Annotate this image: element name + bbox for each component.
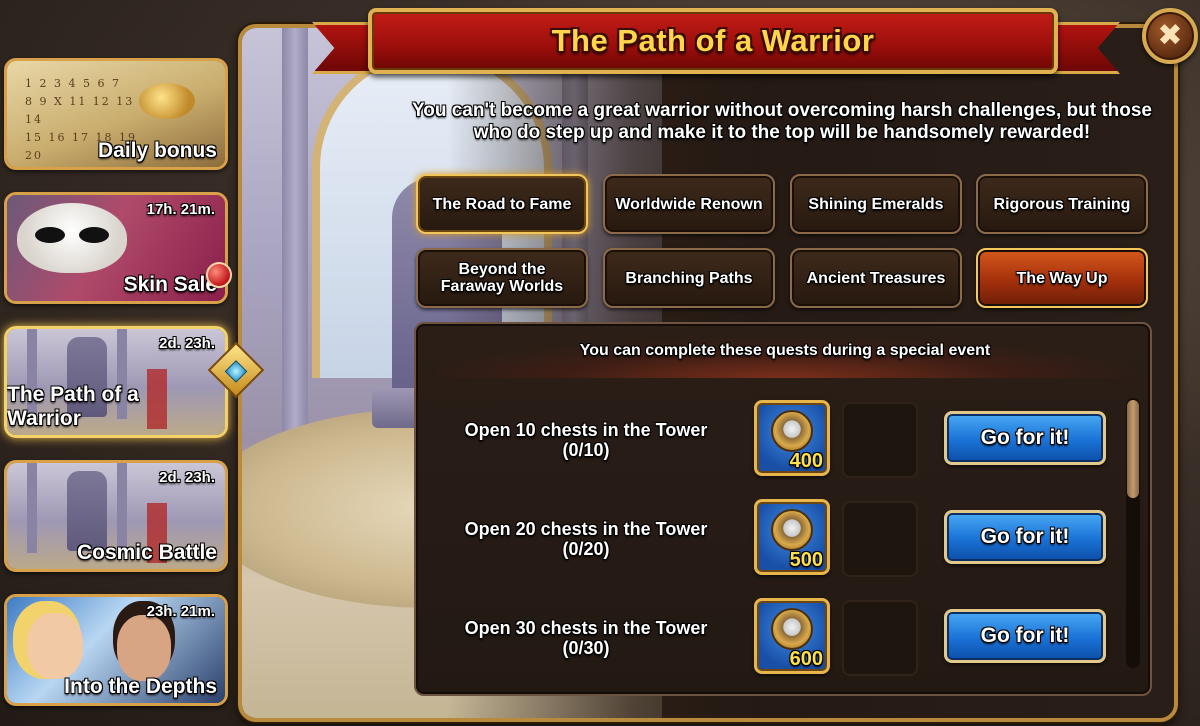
coins-icon <box>139 83 195 119</box>
tab-the-way-up[interactable]: The Way Up <box>976 248 1148 308</box>
intro-text: You can't become a great warrior without… <box>411 100 1153 143</box>
medal-icon <box>771 608 813 650</box>
list-item: Open 10 chests in the Tower (0/10) 400 G… <box>416 400 1150 490</box>
title-banner: The Path of a Warrior <box>368 8 1058 74</box>
list-item: Open 30 chests in the Tower (0/30) 600 G… <box>416 598 1150 688</box>
quest-list-header: You can complete these quests during a s… <box>436 338 1134 378</box>
empty-reward-slot <box>842 501 918 577</box>
quest-description: Open 30 chests in the Tower (0/30) <box>446 618 726 658</box>
quest-progress: (0/10) <box>562 440 610 460</box>
tab-shining-emeralds[interactable]: Shining Emeralds <box>790 174 962 234</box>
scrollbar-thumb[interactable] <box>1127 400 1139 498</box>
empty-reward-slot <box>842 402 918 478</box>
event-title: Daily bonus <box>97 139 217 162</box>
masquerade-mask-icon <box>17 203 127 273</box>
notification-dot-icon <box>206 262 232 288</box>
tab-worldwide-renown[interactable]: Worldwide Renown <box>603 174 775 234</box>
quest-description: Open 20 chests in the Tower (0/20) <box>446 519 726 559</box>
quest-list-panel: You can complete these quests during a s… <box>414 322 1152 696</box>
reward-slot[interactable]: 600 <box>754 598 830 674</box>
event-card-daily-bonus[interactable]: 1 2 3 4 5 6 78 9 X 11 12 13 14 15 16 17 1… <box>4 58 228 170</box>
event-title: Skin Sale <box>123 273 217 296</box>
hero-portrait-icon <box>117 615 171 681</box>
page-title: The Path of a Warrior <box>551 23 875 58</box>
quest-progress: (0/20) <box>562 539 610 559</box>
tab-the-road-to-fame[interactable]: The Road to Fame <box>416 174 588 234</box>
event-card-path-of-a-warrior[interactable]: 2d. 23h. The Path of a Warrior <box>4 326 228 438</box>
event-timer: 17h. 21m. <box>146 201 215 218</box>
event-timer: 2d. 23h. <box>159 335 215 352</box>
reward-slot[interactable]: 400 <box>754 400 830 476</box>
reward-amount: 500 <box>789 549 823 571</box>
empty-reward-slot <box>842 600 918 676</box>
event-list: 1 2 3 4 5 6 78 9 X 11 12 13 14 15 16 17 1… <box>0 56 234 726</box>
event-timer: 2d. 23h. <box>159 469 215 486</box>
go-for-it-button[interactable]: Go for it! <box>944 411 1106 465</box>
reward-slot[interactable]: 500 <box>754 499 830 575</box>
close-button[interactable]: ✖ <box>1142 8 1198 64</box>
tab-ancient-treasures[interactable]: Ancient Treasures <box>790 248 962 308</box>
calendar-grid-icon: 1 2 3 4 5 6 78 9 X 11 12 13 14 15 16 17 1… <box>25 77 137 162</box>
event-card-cosmic-battle[interactable]: 2d. 23h. Cosmic Battle <box>4 460 228 572</box>
event-title: Cosmic Battle <box>76 541 217 564</box>
event-title: Into the Depths <box>64 675 217 698</box>
close-icon: ✖ <box>1157 19 1183 52</box>
event-title: The Path of a Warrior <box>7 383 139 430</box>
quest-scrollbar[interactable] <box>1126 398 1140 668</box>
event-timer: 23h. 21m. <box>146 603 215 620</box>
quest-task: Open 20 chests in the Tower <box>464 519 708 539</box>
quest-task: Open 10 chests in the Tower <box>464 420 708 440</box>
go-for-it-button[interactable]: Go for it! <box>944 510 1106 564</box>
hero-portrait-icon <box>27 613 83 679</box>
event-card-into-the-depths[interactable]: 23h. 21m. Into the Depths <box>4 594 228 706</box>
quest-progress: (0/30) <box>562 638 610 658</box>
tab-branching-paths[interactable]: Branching Paths <box>603 248 775 308</box>
quest-description: Open 10 chests in the Tower (0/10) <box>446 420 726 460</box>
quest-task: Open 30 chests in the Tower <box>464 618 708 638</box>
statue-icon <box>67 471 107 551</box>
medal-icon <box>771 410 813 452</box>
reward-amount: 400 <box>789 450 823 472</box>
event-card-skin-sale[interactable]: 17h. 21m. Skin Sale <box>4 192 228 304</box>
tab-beyond-the-faraway-worlds[interactable]: Beyond the Faraway Worlds <box>416 248 588 308</box>
reward-amount: 600 <box>789 648 823 670</box>
quest-tabs: The Road to Fame Worldwide Renown Shinin… <box>416 174 1152 310</box>
medal-icon <box>771 509 813 551</box>
tab-rigorous-training[interactable]: Rigorous Training <box>976 174 1148 234</box>
go-for-it-button[interactable]: Go for it! <box>944 609 1106 663</box>
list-item: Open 20 chests in the Tower (0/20) 500 G… <box>416 499 1150 589</box>
